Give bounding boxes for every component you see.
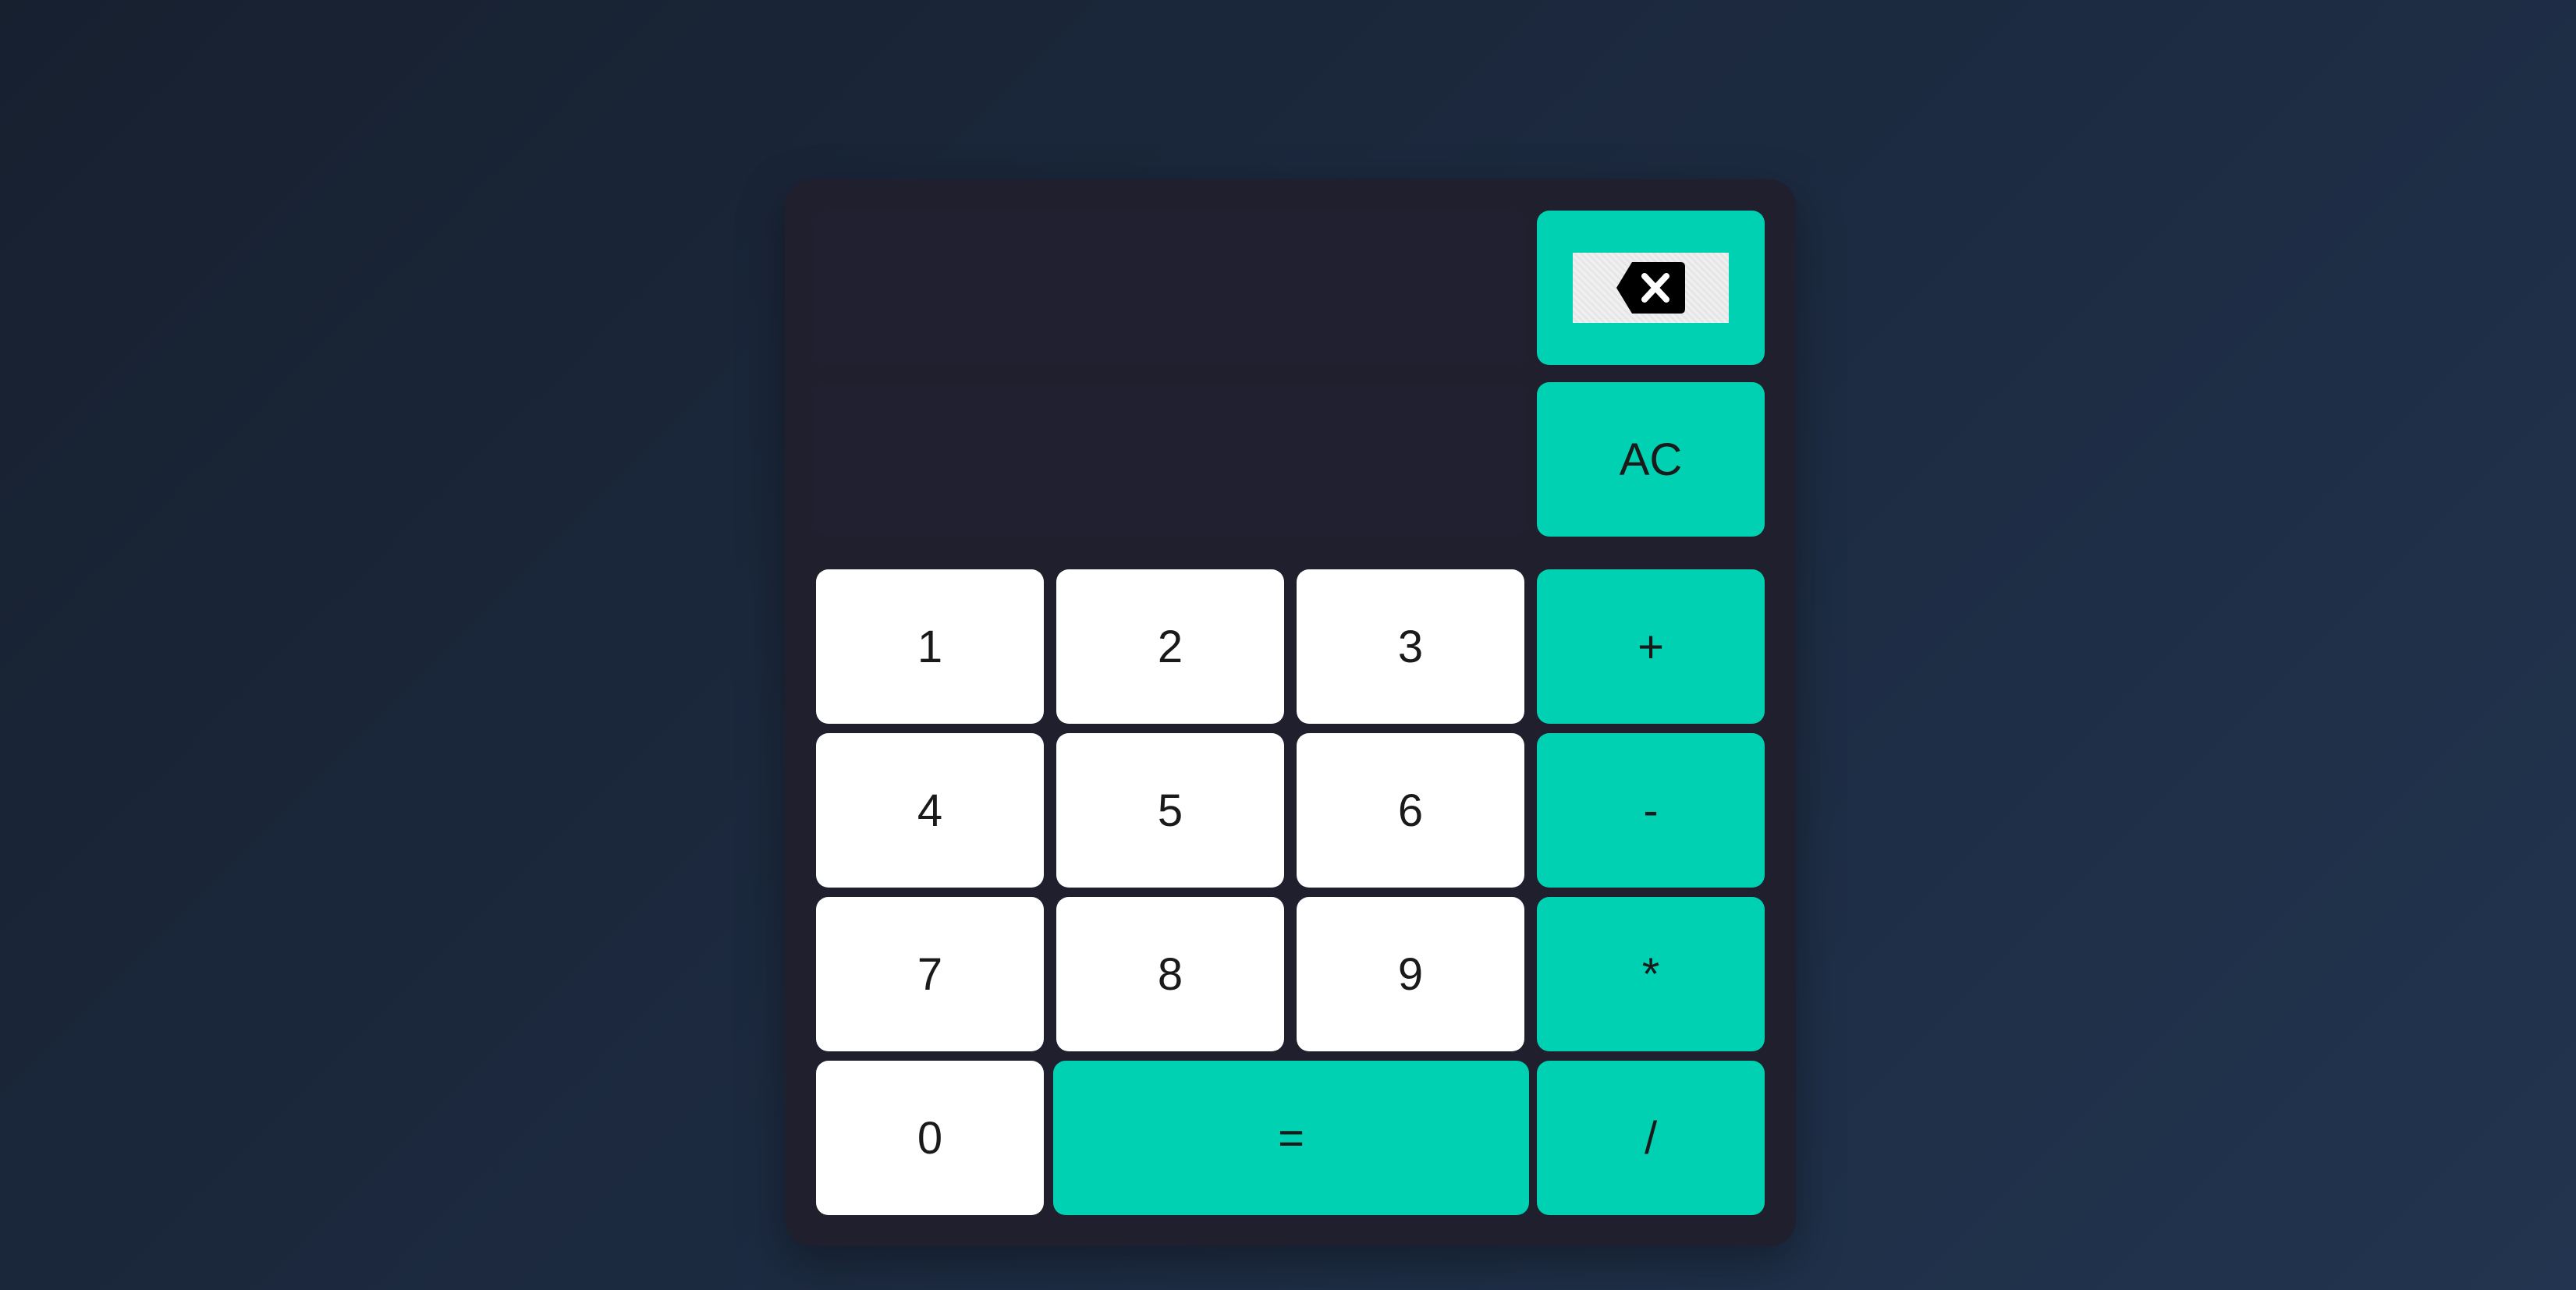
subtract-button[interactable]: - bbox=[1537, 733, 1765, 888]
equals-button[interactable]: = bbox=[1053, 1061, 1529, 1215]
digit-2-button[interactable]: 2 bbox=[1056, 569, 1284, 724]
backspace-button[interactable] bbox=[1537, 211, 1765, 365]
add-button[interactable]: + bbox=[1537, 569, 1765, 724]
current-operand-display bbox=[816, 382, 1524, 537]
digit-3-button[interactable]: 3 bbox=[1297, 569, 1524, 724]
digit-4-button[interactable]: 4 bbox=[816, 733, 1044, 888]
digit-5-button[interactable]: 5 bbox=[1056, 733, 1284, 888]
all-clear-button[interactable]: AC bbox=[1537, 382, 1765, 537]
digit-7-button[interactable]: 7 bbox=[816, 897, 1044, 1051]
digit-1-button[interactable]: 1 bbox=[816, 569, 1044, 724]
digit-9-button[interactable]: 9 bbox=[1297, 897, 1524, 1051]
digit-0-button[interactable]: 0 bbox=[816, 1061, 1044, 1215]
previous-operand-display bbox=[816, 211, 1524, 365]
digit-6-button[interactable]: 6 bbox=[1297, 733, 1524, 888]
digit-8-button[interactable]: 8 bbox=[1056, 897, 1284, 1051]
backspace-icon bbox=[1573, 253, 1729, 323]
divide-button[interactable]: / bbox=[1537, 1061, 1765, 1215]
multiply-button[interactable]: * bbox=[1537, 897, 1765, 1051]
calculator: AC 1 2 3 + 4 5 6 - 7 8 9 * 0 = / bbox=[785, 179, 1796, 1246]
